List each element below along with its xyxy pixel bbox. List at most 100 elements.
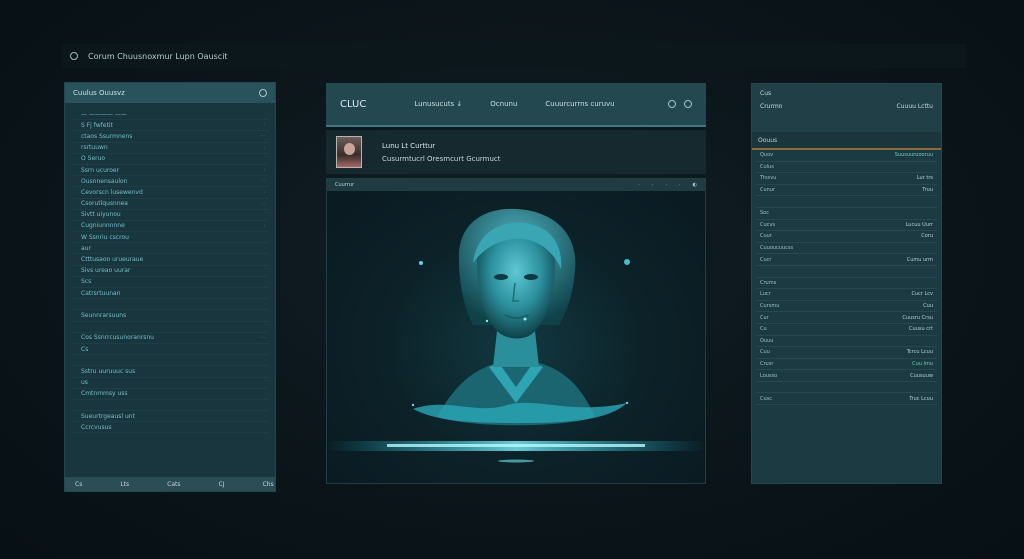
tree-row[interactable]: Sueurtrgeausl unt	[71, 411, 269, 423]
tree-row[interactable]: Sivtt uiyunou	[71, 210, 269, 221]
footer-item[interactable]: Lts	[120, 481, 129, 488]
tree-row-label: Cs	[81, 345, 89, 353]
tree-row[interactable]	[71, 400, 269, 412]
section-header: Oouus	[752, 132, 941, 150]
property-row[interactable]	[756, 382, 937, 394]
viewer-tool-icon[interactable]: ◐	[693, 182, 697, 188]
properties-meta: Cuuuu Lcttu	[896, 103, 933, 110]
property-row[interactable]: Cuur Coru	[756, 231, 937, 243]
property-row[interactable]	[756, 196, 937, 208]
property-row[interactable]: Cuuoucuucss	[756, 243, 937, 255]
property-row[interactable]: Crums	[756, 278, 937, 290]
tree-row-marker: ···	[260, 133, 265, 140]
nav-item[interactable]: Cuuurcurrns curuvu	[545, 100, 614, 108]
property-label: Soc	[760, 210, 769, 217]
tree-row[interactable]: Ccrcvusus	[71, 422, 269, 434]
tree-row-marker: :	[263, 222, 265, 229]
property-label: Lucr	[760, 291, 771, 298]
tree-row[interactable]: ctaos Ssurmnens ···	[71, 131, 269, 143]
property-row[interactable]: Crusr Cuu lmu	[756, 359, 937, 371]
avatar[interactable]	[336, 136, 362, 168]
section-title: Oouus	[758, 136, 778, 144]
file-tree-panel: Cuulus Ouusvz — ———— —— S Fj fwfetit: ct…	[64, 82, 276, 492]
footer-item[interactable]: Chs	[262, 481, 273, 488]
tree-row[interactable]	[71, 355, 269, 367]
tree-row[interactable]: Seunnrarsuuns	[71, 310, 269, 322]
footer-item[interactable]: Cats	[167, 481, 180, 488]
tree-row[interactable]	[71, 322, 269, 333]
toggle-icon[interactable]	[668, 100, 676, 108]
profile-card: Lunu Lt Curttur Cusurmtucrl Oresmcurt Gc…	[326, 130, 706, 174]
profile-name: Lunu Lt Curttur	[382, 141, 436, 150]
viewer-tool-icon[interactable]: ·	[652, 182, 654, 188]
viewer-tool-icon[interactable]: ·	[638, 182, 640, 188]
tree-row[interactable]: Catrsrtuunan	[71, 288, 269, 300]
tree-row[interactable]: Cmtnmmsy uss	[71, 389, 269, 400]
tree-row-label: Sueurtrgeausl unt	[81, 412, 135, 420]
app-title-bar: Corum Chuusnoxmur Lupn Oauscit	[62, 44, 966, 68]
tree-row-label: us	[81, 379, 88, 387]
property-value: Lur trs	[916, 175, 933, 182]
properties-panel: Cus Crurmn Cuuuu Lcttu Oouus Quov Suusuur…	[751, 83, 942, 484]
property-label: Cuuoucuucss	[760, 245, 794, 252]
tree-row[interactable]: Ctttusaoo urueuraue	[71, 254, 269, 266]
property-row[interactable]: Soc	[756, 208, 937, 220]
property-value: Cuusru Crsu	[902, 314, 933, 321]
tree-row[interactable]: Cos Ssnrrcusunoranrsnu ··	[71, 333, 269, 344]
property-row[interactable]: Ouuu	[756, 336, 937, 348]
tree-row[interactable]: aur	[71, 243, 269, 255]
property-label: Ttssvu	[760, 175, 777, 182]
property-row[interactable]: Quov Suusuuruooruu	[756, 150, 937, 162]
tree-row[interactable]: us	[71, 378, 269, 389]
tree-row[interactable]: S Fj fwfetit:	[71, 120, 269, 132]
property-row[interactable]: Cusc Truc Lcuu	[756, 393, 937, 406]
property-row[interactable]: Ttssvu Lur trs	[756, 173, 937, 185]
tree-row[interactable]	[71, 299, 269, 311]
property-row[interactable]: Cur Cuusru Crsu	[756, 312, 937, 324]
viewer-toolbar: Cuurrur · · · · ◐	[327, 179, 705, 191]
file-tree-header: Cuulus Ouusvz	[65, 83, 275, 103]
tree-row-label: Ousnnensaulon	[81, 177, 128, 185]
tree-row[interactable]: Ssrn ucuroer:	[71, 165, 269, 177]
properties-kicker: Cus	[760, 90, 772, 97]
property-value: Tcrcu Lcuu	[906, 349, 933, 356]
settings-icon[interactable]	[259, 89, 267, 97]
tree-row[interactable]: O Seruo	[71, 154, 269, 165]
tree-row[interactable]: Cugniunnnnne:	[71, 221, 269, 233]
footer-item[interactable]: Cs	[75, 481, 82, 488]
tree-row[interactable]: Scs	[71, 277, 269, 288]
property-row[interactable]: Lousso Cuusuuw	[756, 370, 937, 382]
tree-row[interactable]: — ———— ——	[71, 109, 269, 121]
property-row[interactable]: Cu Cuusu crt	[756, 324, 937, 336]
nav-item[interactable]: Ocnunu	[490, 100, 517, 108]
viewer-tool-icon[interactable]: ·	[679, 182, 681, 188]
tree-row[interactable]: Sstru uuruuuc sus	[71, 366, 269, 378]
property-row[interactable]: Cunur Truu	[756, 185, 937, 197]
property-row[interactable]: Lucr Cucr Lcv	[756, 289, 937, 301]
property-label: Cunur	[760, 187, 776, 194]
property-label: Quov	[760, 152, 774, 159]
footer-item[interactable]: CJ	[219, 481, 225, 488]
property-row[interactable]: Culus	[756, 162, 937, 174]
tree-row-marker: ··	[261, 200, 265, 207]
tree-row[interactable]: Cevorscn lusewenvd:	[71, 187, 269, 199]
property-row[interactable]: Cucvs Lucuu Uurr	[756, 220, 937, 232]
property-value: Lucuu Uurr	[905, 221, 933, 228]
property-row[interactable]	[756, 266, 937, 278]
tree-row[interactable]: Sivs ureao uurar	[71, 266, 269, 277]
tree-row[interactable]: rsrtuuwn:	[71, 143, 269, 154]
viewer-tool-icon[interactable]: ·	[665, 182, 667, 188]
property-value: Cucr Lcv	[911, 291, 933, 298]
tree-row[interactable]: Cs	[71, 344, 269, 356]
property-row[interactable]: Cucr Cumu urm	[756, 254, 937, 266]
center-header: CLUC Lunusucuts ↓ Ocnunu Cuuurcurrns cur…	[326, 83, 706, 127]
properties-title: Crurmn	[760, 103, 783, 110]
property-row[interactable]: Cursmu Cuu	[756, 301, 937, 313]
status-icon[interactable]	[684, 100, 692, 108]
tree-row[interactable]: Csorutlqusnnea ··	[71, 199, 269, 210]
tree-row[interactable]: W Ssnriu cscrou	[71, 232, 269, 244]
file-tree: — ———— —— S Fj fwfetit: ctaos Ssurmnens ·…	[65, 103, 275, 439]
nav-item[interactable]: Lunusucuts ↓	[414, 100, 462, 108]
property-row[interactable]: Cuu Tcrcu Lcuu	[756, 347, 937, 359]
tree-row[interactable]: Ousnnensaulon ··	[71, 176, 269, 188]
